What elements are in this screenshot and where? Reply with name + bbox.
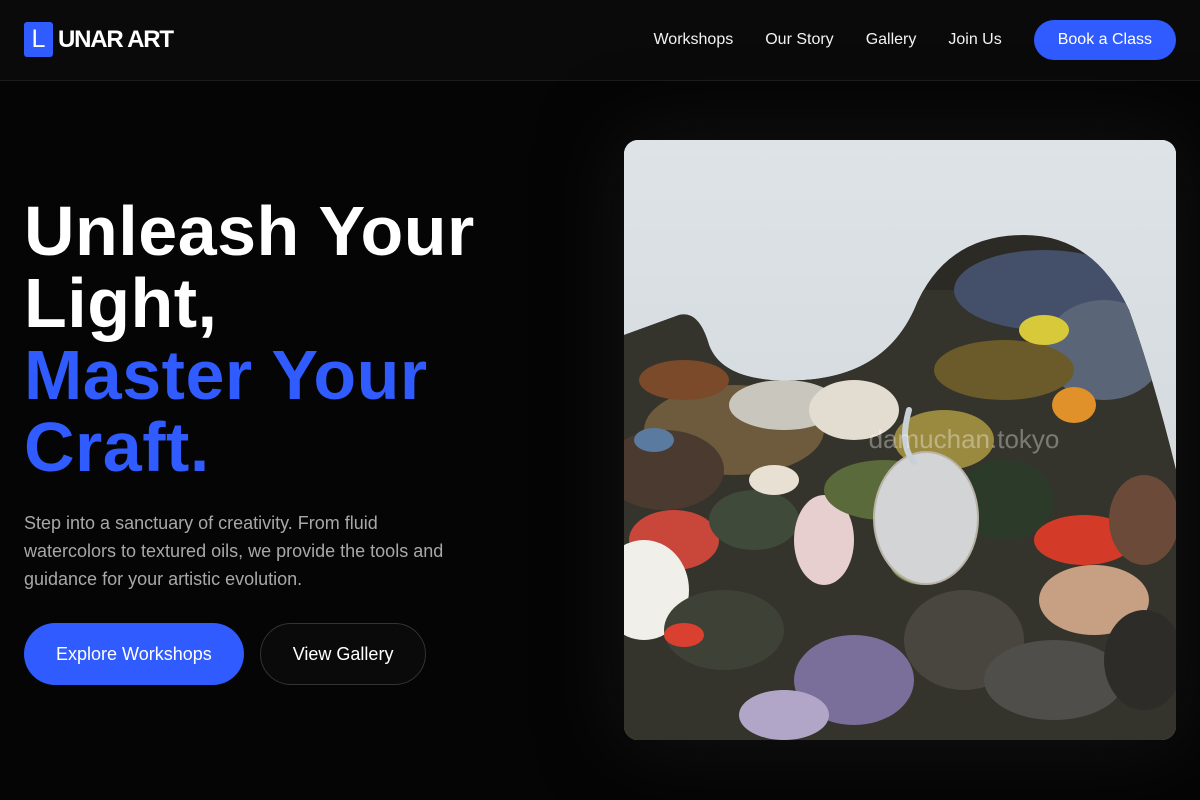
logo[interactable]: L UNAR ART (24, 22, 174, 57)
nav-link-gallery[interactable]: Gallery (866, 31, 917, 49)
book-class-button[interactable]: Book a Class (1033, 20, 1176, 60)
logo-text: UNAR ART (58, 25, 174, 53)
headline-line-1: Unleash Your (24, 192, 475, 270)
hero-actions: Explore Workshops View Gallery (24, 623, 427, 685)
hero-section: Unleash Your Light, Master Your Craft. S… (24, 195, 544, 593)
nav-link-join-us[interactable]: Join Us (948, 31, 1001, 49)
hero-headline: Unleash Your Light, Master Your Craft. (24, 195, 544, 483)
explore-workshops-button[interactable]: Explore Workshops (24, 623, 244, 685)
palette-illustration: damuchan.tokyo (624, 140, 1176, 740)
headline-line-4: Craft. (24, 408, 210, 486)
site-header: L UNAR ART Workshops Our Story Gallery J… (0, 0, 1200, 81)
headline-line-3: Master Your (24, 336, 428, 414)
headline-line-2: Light, (24, 264, 218, 342)
image-watermark: damuchan.tokyo (869, 424, 1060, 454)
view-gallery-button[interactable]: View Gallery (259, 623, 427, 685)
nav-link-our-story[interactable]: Our Story (765, 31, 833, 49)
logo-mark: L (24, 22, 53, 57)
hero-subtext: Step into a sanctuary of creativity. Fro… (24, 513, 444, 589)
hero-image: damuchan.tokyo (624, 140, 1176, 740)
nav-link-workshops[interactable]: Workshops (653, 31, 733, 49)
main-nav: Workshops Our Story Gallery Join Us Book… (653, 20, 1176, 60)
